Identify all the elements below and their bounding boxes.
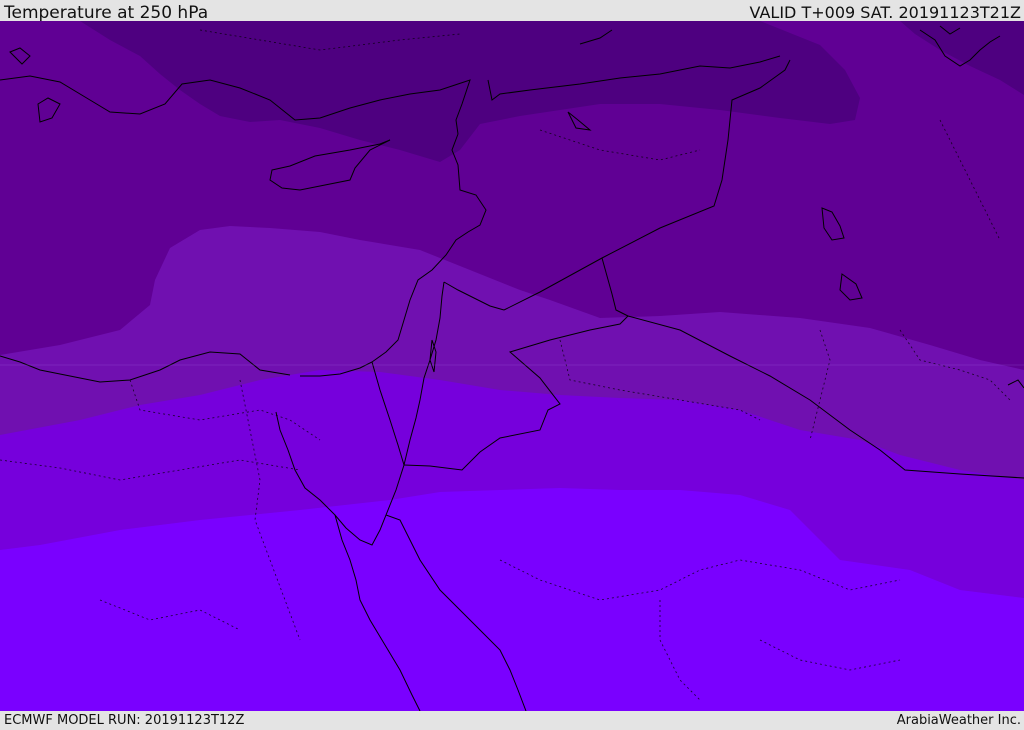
- header-bar: Temperature at 250 hPa VALID T+009 SAT. …: [0, 0, 1024, 23]
- map-title: Temperature at 250 hPa: [4, 3, 209, 23]
- footer-bar: ECMWF MODEL RUN: 20191123T12Z ArabiaWeat…: [0, 711, 1024, 729]
- model-run-label: ECMWF MODEL RUN: 20191123T12Z: [4, 713, 245, 728]
- valid-time: VALID T+009 SAT. 20191123T21Z: [749, 3, 1021, 22]
- map-canvas[interactable]: [0, 21, 1024, 711]
- credit-label: ArabiaWeather Inc.: [896, 713, 1021, 728]
- map-svg: [0, 21, 1024, 711]
